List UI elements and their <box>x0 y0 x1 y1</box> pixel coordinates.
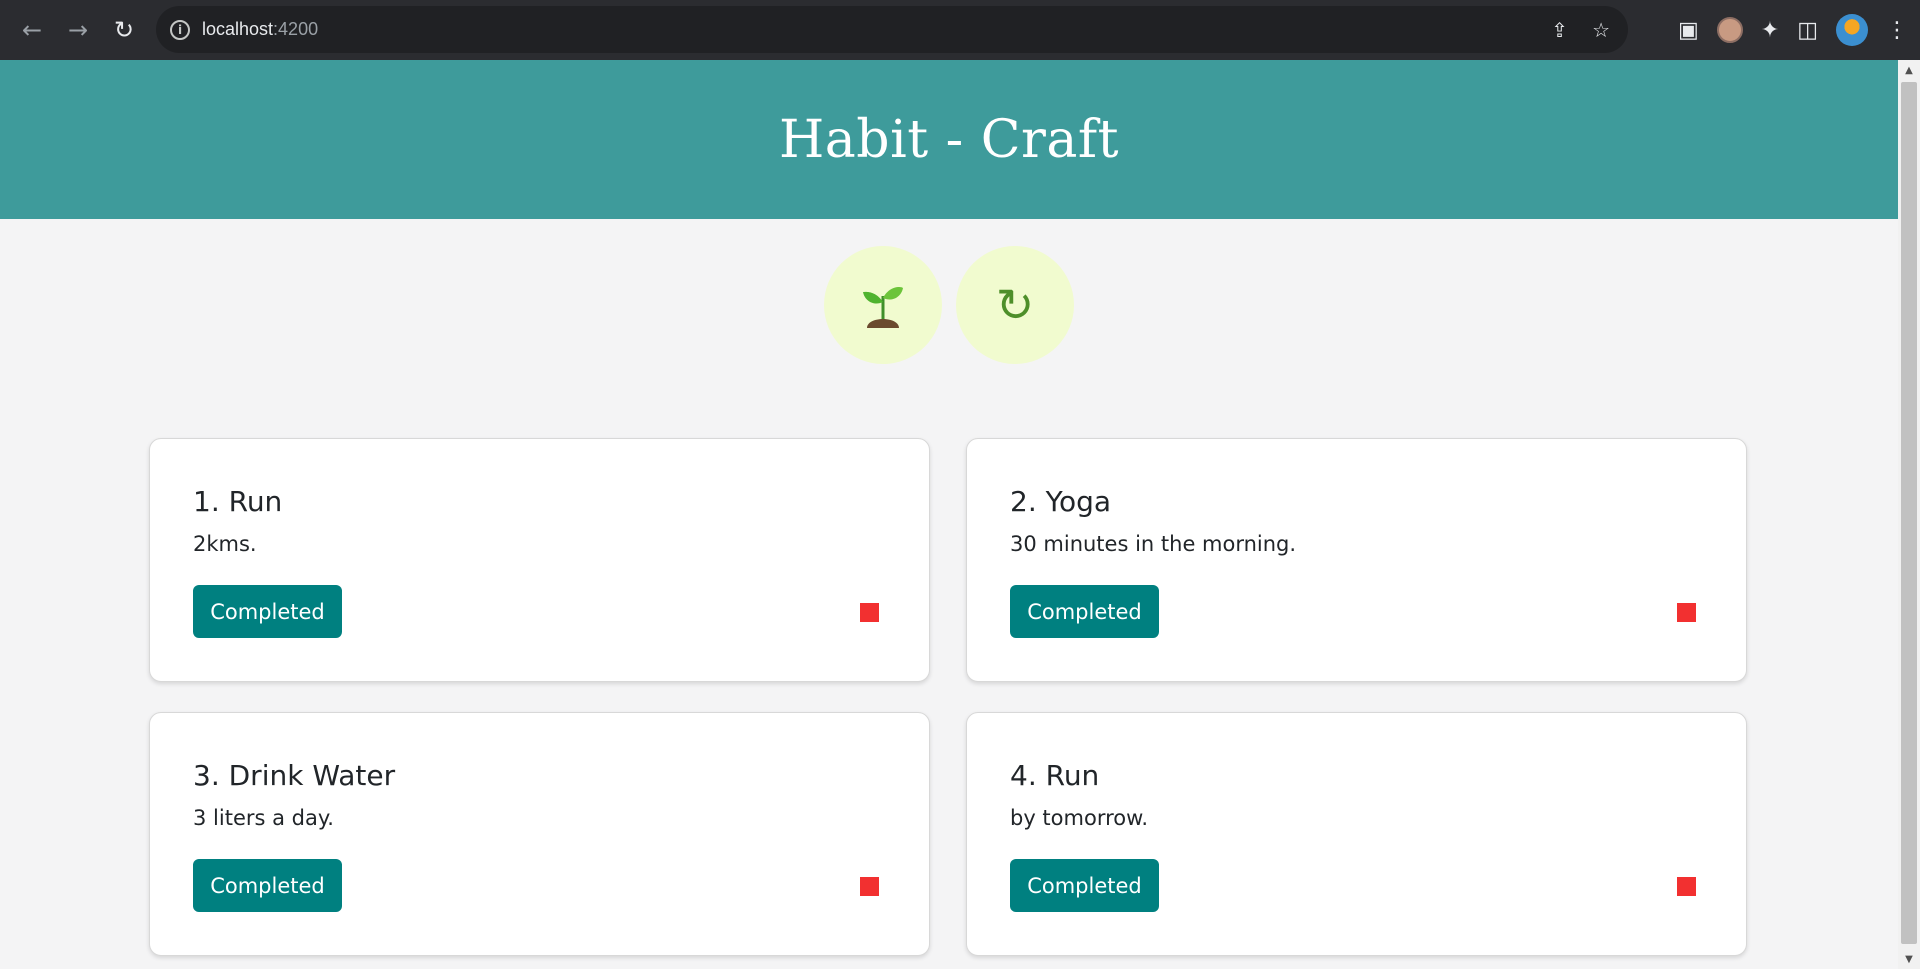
vertical-scrollbar[interactable]: ▲ ▼ <box>1898 60 1920 969</box>
bookmark-star-icon[interactable]: ☆ <box>1592 18 1610 42</box>
url-host: localhost <box>202 19 274 39</box>
completed-button[interactable]: Completed <box>193 585 342 638</box>
completed-button[interactable]: Completed <box>193 859 342 912</box>
url-text[interactable]: localhost:4200 <box>202 19 318 40</box>
scroll-up-arrow-icon[interactable]: ▲ <box>1898 60 1920 80</box>
status-square-icon <box>860 877 879 896</box>
address-bar[interactable]: i localhost:4200 ⇪ ☆ <box>156 6 1628 53</box>
habit-description: 3 liters a day. <box>193 806 334 830</box>
menu-kebab-icon[interactable]: ⋮ <box>1886 18 1908 43</box>
completed-button[interactable]: Completed <box>1010 859 1159 912</box>
action-buttons: ↻ <box>0 246 1898 364</box>
habit-card: 4. Run by tomorrow. Completed <box>966 712 1747 956</box>
status-square-icon <box>1677 603 1696 622</box>
sprout-icon <box>863 287 903 328</box>
habit-card: 2. Yoga 30 minutes in the morning. Compl… <box>966 438 1747 682</box>
completed-button[interactable]: Completed <box>1010 585 1159 638</box>
back-icon[interactable]: ← <box>12 10 52 50</box>
status-square-icon <box>860 603 879 622</box>
habit-grid: 1. Run 2kms. Completed 2. Yoga 30 minute… <box>149 438 1747 956</box>
profile-avatar[interactable] <box>1836 14 1868 46</box>
scrollbar-thumb[interactable] <box>1901 82 1917 944</box>
habit-title: 3. Drink Water <box>193 759 396 792</box>
share-icon[interactable]: ⇪ <box>1551 18 1568 42</box>
app-title: Habit - Craft <box>778 109 1120 170</box>
side-panel-icon[interactable]: ◫ <box>1797 18 1818 43</box>
refresh-button[interactable]: ↻ <box>956 246 1074 364</box>
habit-card: 3. Drink Water 3 liters a day. Completed <box>149 712 930 956</box>
site-info-icon[interactable]: i <box>170 19 190 40</box>
url-port: :4200 <box>273 19 319 39</box>
habit-description: 2kms. <box>193 532 257 556</box>
scroll-down-arrow-icon[interactable]: ▼ <box>1898 949 1920 969</box>
extensions-puzzle-icon[interactable]: ✦ <box>1761 18 1779 43</box>
habit-card: 1. Run 2kms. Completed <box>149 438 930 682</box>
habit-title: 1. Run <box>193 485 283 518</box>
habit-description: by tomorrow. <box>1010 806 1149 830</box>
refresh-icon: ↻ <box>995 278 1035 332</box>
status-square-icon <box>1677 877 1696 896</box>
browser-toolbar: ← → ↻ i localhost:4200 ⇪ ☆ ▣ ✦ ◫ ⋮ <box>0 0 1920 60</box>
habit-description: 30 minutes in the morning. <box>1010 532 1297 556</box>
extension-avatar-icon[interactable] <box>1716 17 1743 43</box>
reload-icon[interactable]: ↻ <box>104 10 144 50</box>
app-header: Habit - Craft <box>0 60 1898 219</box>
picture-in-picture-icon[interactable]: ▣ <box>1678 18 1699 43</box>
habit-title: 4. Run <box>1010 759 1100 792</box>
habit-title: 2. Yoga <box>1010 485 1112 518</box>
page-viewport: Habit - Craft ↻ 1. Run 2kms. Completed 2… <box>0 60 1898 969</box>
add-habit-button[interactable] <box>824 246 942 364</box>
forward-icon[interactable]: → <box>58 10 98 50</box>
